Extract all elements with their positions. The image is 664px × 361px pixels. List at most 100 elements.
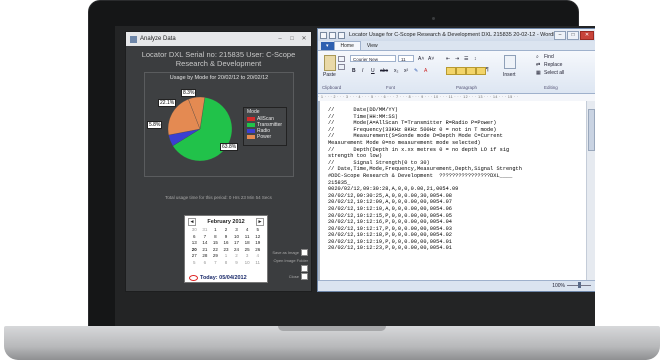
shrink-font-icon[interactable]: A˅ bbox=[428, 56, 434, 62]
zoom-knob[interactable] bbox=[578, 282, 581, 288]
close-option[interactable]: Close bbox=[268, 273, 308, 281]
legend-item-power: Power bbox=[244, 134, 286, 140]
group-clipboard: Clipboard bbox=[322, 85, 342, 90]
paste-button[interactable]: Paste bbox=[323, 72, 336, 78]
pie-label-power: 22.1% bbox=[158, 99, 177, 107]
calendar-prev-button[interactable]: ◄ bbox=[188, 217, 196, 226]
italic-icon[interactable]: I bbox=[362, 68, 363, 74]
font-size-select[interactable]: 11 bbox=[398, 55, 414, 62]
insert-picture-icon[interactable] bbox=[504, 55, 516, 69]
find-button[interactable]: Find bbox=[544, 54, 554, 60]
bold-icon[interactable]: B bbox=[352, 68, 356, 74]
select-all-icon[interactable]: ▦ bbox=[536, 70, 541, 76]
minimize-icon[interactable]: – bbox=[275, 35, 285, 43]
legend-title: Mode bbox=[247, 109, 260, 115]
wordpad-window: Locator Usage for C-Scope Research & Dev… bbox=[317, 28, 595, 292]
calendar-day[interactable]: 5 bbox=[189, 260, 200, 267]
group-font: Font bbox=[386, 85, 396, 90]
insert-button[interactable]: Insert bbox=[503, 72, 516, 78]
subscript-icon[interactable]: x₂ bbox=[394, 68, 398, 74]
pie-label-transmitter: 63.8% bbox=[220, 143, 239, 151]
decrease-indent-icon[interactable]: ⇤ bbox=[446, 56, 450, 62]
tab-home[interactable]: Home bbox=[333, 41, 361, 50]
document-text[interactable]: // Date(DD/MM/YY) // Time(HH:MM:SS) // M… bbox=[320, 101, 586, 252]
copy-icon[interactable] bbox=[338, 64, 345, 70]
calendar-days: 30 31 1 2 3 4 5 6 7 8 9 10 11 12 13 14 15 16 17 18 19 20 21 22 2… bbox=[185, 227, 267, 266]
maximize-icon[interactable]: □ bbox=[287, 35, 297, 43]
calendar[interactable]: ◄ February 2012 ► 30 31 1 2 3 4 5 6 7 8 9 10 11 12 13 1… bbox=[184, 215, 268, 283]
superscript-icon[interactable]: x² bbox=[404, 68, 408, 74]
font-color-icon[interactable]: A bbox=[424, 68, 427, 74]
laptop-base bbox=[4, 326, 660, 360]
ribbon: Paste Clipboard Courier New 11 A˄ A˅ B I… bbox=[318, 50, 595, 94]
undo-icon[interactable] bbox=[329, 31, 336, 39]
align-center-icon[interactable] bbox=[456, 67, 466, 75]
find-icon[interactable]: ⌕ bbox=[536, 54, 539, 60]
save-as-image-option[interactable]: Save as Image bbox=[268, 249, 308, 257]
align-left-icon[interactable] bbox=[446, 67, 456, 75]
today-circle-icon bbox=[189, 275, 198, 281]
justify-icon[interactable] bbox=[476, 67, 486, 75]
paragraph-icon[interactable]: ¶ bbox=[486, 67, 489, 73]
open-folder-checkbox[interactable] bbox=[301, 265, 308, 273]
pie-label-small: 8.3% bbox=[181, 89, 197, 97]
font-name-select[interactable]: Courier New bbox=[350, 55, 396, 62]
calendar-next-button[interactable]: ► bbox=[256, 217, 264, 226]
calendar-day[interactable]: 10 bbox=[242, 260, 253, 267]
replace-button[interactable]: Replace bbox=[544, 62, 562, 68]
strikethrough-icon[interactable]: abc bbox=[380, 68, 388, 74]
save-image-checkbox[interactable] bbox=[301, 249, 308, 257]
quick-save-icon[interactable] bbox=[320, 31, 327, 39]
line-spacing-icon[interactable]: ↕ bbox=[474, 56, 477, 62]
file-menu-button[interactable]: ▾ bbox=[321, 42, 334, 50]
cut-icon[interactable] bbox=[338, 56, 345, 62]
analyze-data-window: Analyze Data – □ ✕ Locator DXL Serial no… bbox=[125, 31, 312, 292]
calendar-day[interactable]: 11 bbox=[252, 260, 263, 267]
calendar-today[interactable]: Today: 05/04/2012 bbox=[189, 275, 247, 281]
grow-font-icon[interactable]: A˄ bbox=[418, 56, 424, 62]
paste-icon[interactable] bbox=[324, 55, 336, 71]
calendar-month: February 2012 bbox=[207, 218, 245, 225]
group-editing: Editing bbox=[544, 85, 558, 90]
analyze-titlebar: Analyze Data – □ ✕ bbox=[126, 32, 311, 46]
calendar-day[interactable]: 6 bbox=[200, 260, 211, 267]
document-area: // Date(DD/MM/YY) // Time(HH:MM:SS) // M… bbox=[318, 101, 595, 281]
increase-indent-icon[interactable]: ⇥ bbox=[455, 56, 459, 62]
select-all-button[interactable]: Select all bbox=[544, 70, 564, 76]
close-icon[interactable]: ✕ bbox=[299, 35, 309, 43]
analyze-window-title: Analyze Data bbox=[140, 36, 176, 42]
zoom-level: 100% bbox=[552, 283, 565, 289]
wp-maximize-icon[interactable]: □ bbox=[567, 30, 579, 40]
align-right-icon[interactable] bbox=[466, 67, 476, 75]
wp-close-icon[interactable]: ✕ bbox=[580, 30, 594, 40]
calendar-day[interactable]: 8 bbox=[221, 260, 232, 267]
laptop-notch bbox=[278, 326, 386, 331]
total-usage-text: Total usage time for this period: 0 Hrs … bbox=[165, 195, 272, 200]
bullets-icon[interactable]: ☰ bbox=[464, 56, 468, 62]
redo-icon[interactable] bbox=[338, 31, 345, 39]
calendar-day[interactable]: 7 bbox=[210, 260, 221, 267]
webcam bbox=[432, 17, 435, 20]
highlight-icon[interactable]: ✎ bbox=[414, 68, 418, 74]
ribbon-tabs: ▾ Home View bbox=[318, 41, 595, 50]
wordpad-title: Locator Usage for C-Scope Research & Dev… bbox=[349, 32, 554, 38]
export-options: Save as Image Open Image Folder Close bbox=[268, 249, 308, 281]
scroll-thumb[interactable] bbox=[588, 109, 595, 151]
close-checkbox[interactable] bbox=[301, 273, 308, 281]
chart-legend: Mode AllScan Transmitter Radio Power bbox=[243, 107, 287, 146]
screen: Analyze Data – □ ✕ Locator DXL Serial no… bbox=[115, 26, 595, 326]
document-page[interactable]: // Date(DD/MM/YY) // Time(HH:MM:SS) // M… bbox=[320, 101, 586, 281]
wordpad-titlebar: Locator Usage for C-Scope Research & Dev… bbox=[318, 29, 595, 41]
open-image-folder-option[interactable]: Open Image Folder bbox=[268, 257, 308, 273]
underline-icon[interactable]: U bbox=[371, 68, 375, 74]
analyze-header: Locator DXL Serial no: 215835 User: C-Sc… bbox=[141, 50, 296, 68]
calendar-day[interactable]: 9 bbox=[231, 260, 242, 267]
wp-minimize-icon[interactable]: – bbox=[554, 30, 566, 40]
tab-view[interactable]: View bbox=[361, 42, 384, 50]
usage-chart-panel: Usage by Mode for 20/02/12 to 20/02/12 2… bbox=[144, 72, 294, 177]
replace-icon[interactable]: ⇄ bbox=[536, 62, 540, 68]
vertical-scrollbar[interactable] bbox=[586, 101, 595, 281]
app-icon bbox=[130, 35, 137, 43]
pie-label-radio: 5.8% bbox=[147, 121, 163, 129]
group-paragraph: Paragraph bbox=[456, 85, 478, 90]
